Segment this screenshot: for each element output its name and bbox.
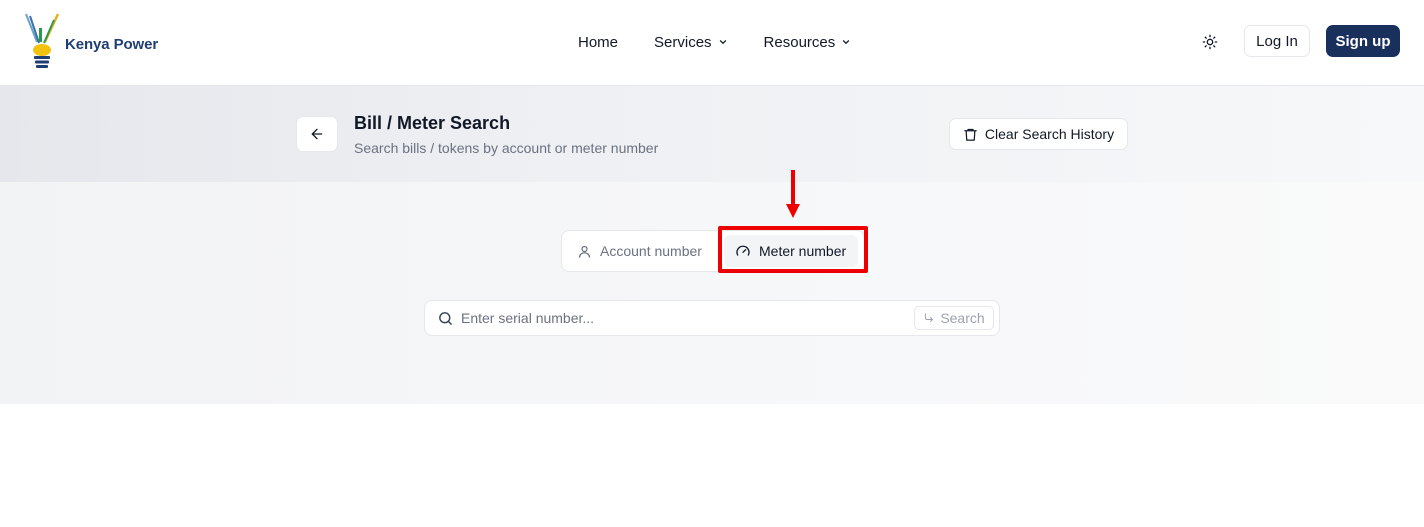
search-button[interactable]: Search <box>914 306 994 330</box>
search-area: Account number Meter number Enter serial… <box>0 170 1424 404</box>
user-icon <box>577 244 592 259</box>
annotation-arrow-down-icon <box>786 170 800 218</box>
page-title: Bill / Meter Search <box>354 113 511 133</box>
top-header: Kenya Power Home Services Resources Log … <box>0 0 1424 86</box>
back-button[interactable] <box>296 116 338 152</box>
kenya-power-logo[interactable]: Kenya Power <box>24 12 164 72</box>
search-type-tabs: Account number Meter number <box>561 230 865 272</box>
clear-search-history-label: Clear Search History <box>984 126 1115 142</box>
gauge-icon <box>735 243 751 259</box>
signup-button[interactable]: Sign up <box>1326 25 1400 57</box>
kenya-power-logo-icon <box>25 13 60 68</box>
tab-label: Meter number <box>759 243 847 259</box>
page-header-band: Bill / Meter Search Search bills / token… <box>0 86 1424 182</box>
nav-item-services[interactable]: Services <box>654 34 728 51</box>
search-icon <box>437 310 454 327</box>
nav-item-label: Resources <box>763 33 836 51</box>
tab-account-number[interactable]: Account number <box>577 235 702 267</box>
main-nav: Home Services Resources <box>578 31 851 53</box>
chevron-down-icon <box>843 40 850 44</box>
tab-label: Account number <box>600 243 702 259</box>
search-button-label: Search <box>940 310 985 326</box>
corner-down-right-icon <box>923 312 935 324</box>
chevron-down-icon <box>719 40 726 44</box>
nav-item-home[interactable]: Home <box>578 34 618 51</box>
arrow-left-icon <box>311 128 323 140</box>
login-button[interactable]: Log In <box>1244 25 1310 57</box>
nav-item-label: Services <box>654 33 712 51</box>
serial-search-bar: Search <box>424 300 1000 336</box>
nav-item-resources[interactable]: Resources <box>764 34 852 51</box>
serial-number-input[interactable] <box>461 305 901 331</box>
brand-name: Kenya Power <box>65 36 159 53</box>
tab-meter-number[interactable]: Meter number <box>724 235 858 267</box>
trash-icon <box>963 127 978 142</box>
theme-toggle-button[interactable] <box>1197 29 1223 55</box>
sun-icon <box>1202 34 1218 50</box>
nav-item-label: Home <box>578 33 619 51</box>
page-subtitle: Search bills / tokens by account or mete… <box>354 140 659 156</box>
clear-search-history-button[interactable]: Clear Search History <box>949 118 1128 150</box>
